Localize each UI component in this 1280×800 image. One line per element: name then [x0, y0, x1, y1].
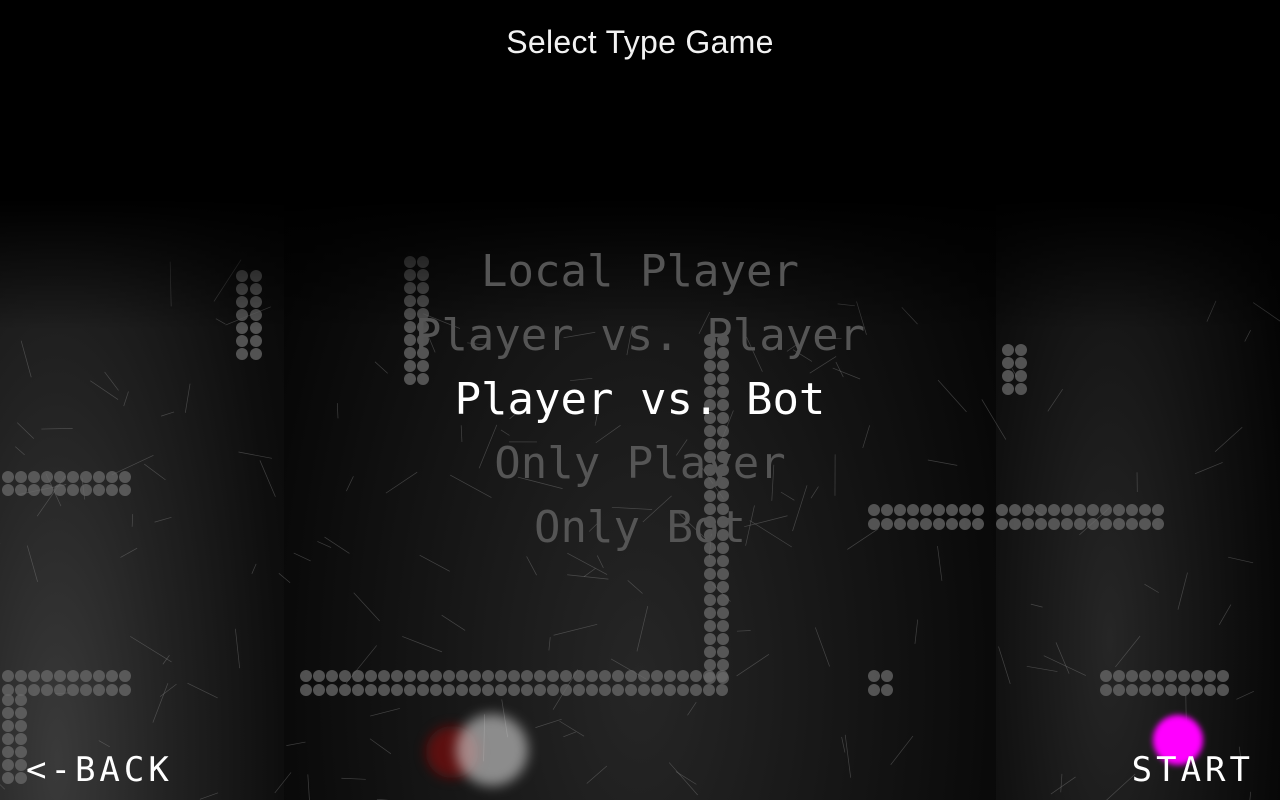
menu-item-player-vs-bot[interactable]: Player vs. Bot: [290, 368, 990, 432]
bot-ball: [426, 714, 528, 786]
menu-item-player-vs-player[interactable]: Player vs. Player: [290, 304, 990, 368]
page-title: Select Type Game: [506, 24, 774, 60]
back-button[interactable]: <-BACK: [26, 746, 173, 794]
start-button[interactable]: START: [1132, 746, 1254, 794]
menu-item-only-bot[interactable]: Only Bot: [290, 496, 990, 560]
bot-ball-core: [456, 714, 528, 786]
menu-item-local-player[interactable]: Local Player: [290, 240, 990, 304]
game-type-menu: Local Player Player vs. Player Player vs…: [290, 240, 990, 560]
menu-item-only-player[interactable]: Only Player: [290, 432, 990, 496]
